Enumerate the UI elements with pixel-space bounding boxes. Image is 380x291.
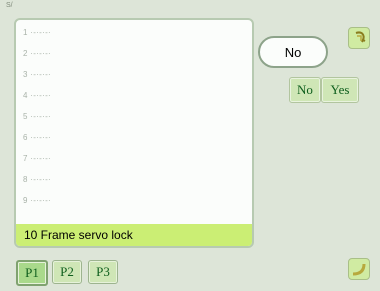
no-button[interactable]: No (289, 77, 321, 103)
back-button[interactable] (348, 258, 370, 280)
page-button-p2[interactable]: P2 (52, 260, 82, 284)
current-value-display: No (258, 36, 328, 68)
list-item[interactable]: 3 ·-·-·-· (23, 70, 51, 79)
list-item[interactable]: 6 ·-·-·-· (23, 133, 51, 142)
curved-return-arrow-icon (351, 261, 367, 277)
list-item[interactable]: 7 ·-·-·-· (23, 154, 51, 163)
list-item[interactable]: 5 ·-·-·-· (23, 112, 51, 121)
list-item[interactable]: 4 ·-·-·-· (23, 91, 51, 100)
yes-button[interactable]: Yes (321, 77, 359, 103)
screen-label: S/ (6, 2, 13, 9)
page-button-p3[interactable]: P3 (88, 260, 118, 284)
list-item[interactable]: 8 ·-·-·-· (23, 175, 51, 184)
list-item[interactable]: 9 ·-·-·-· (23, 196, 51, 205)
rotate-button[interactable] (348, 27, 370, 49)
rotate-arrow-icon (351, 30, 367, 46)
selected-list-item[interactable]: 10 Frame servo lock (16, 224, 252, 246)
page-button-p1[interactable]: P1 (16, 260, 48, 286)
screen: S/ 1 ·-·-·-· 2 ·-·-·-· 3 ·-·-·-· 4 ·-·-·… (0, 0, 380, 291)
parameter-list: 1 ·-·-·-· 2 ·-·-·-· 3 ·-·-·-· 4 ·-·-·-· … (14, 18, 254, 248)
list-item[interactable]: 1 ·-·-·-· (23, 28, 51, 37)
list-item[interactable]: 2 ·-·-·-· (23, 49, 51, 58)
